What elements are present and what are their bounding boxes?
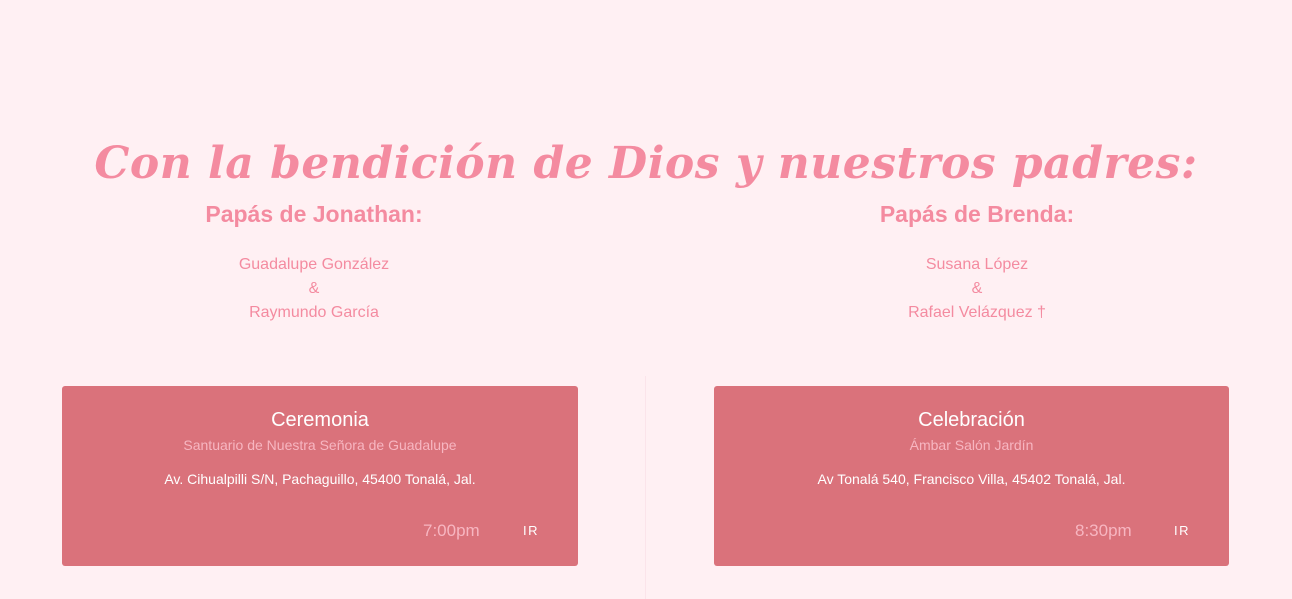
groom-parent-name-1: Guadalupe González bbox=[238, 256, 390, 273]
bride-parents-title: Papás de Brenda: bbox=[879, 201, 1075, 227]
celebration-go-button[interactable]: IR bbox=[1168, 520, 1196, 542]
ceremony-go-button[interactable]: IR bbox=[517, 520, 545, 542]
celebration-title: Celebración bbox=[918, 409, 1025, 431]
column-divider bbox=[645, 376, 646, 599]
celebration-venue: Ámbar Salón Jardín bbox=[909, 437, 1034, 453]
blessing-heading: Con la bendición de Dios y nuestros padr… bbox=[94, 138, 1198, 190]
ceremony-time: 7:00pm bbox=[423, 521, 480, 540]
ceremony-card: Ceremonia Santuario de Nuestra Señora de… bbox=[62, 386, 578, 566]
bride-parent-name-2: Rafael Velázquez † bbox=[908, 304, 1046, 321]
ceremony-title: Ceremonia bbox=[271, 409, 369, 431]
groom-parents-separator: & bbox=[308, 280, 320, 297]
bride-parents-separator: & bbox=[971, 280, 983, 297]
celebration-address: Av Tonalá 540, Francisco Villa, 45402 To… bbox=[817, 471, 1126, 487]
bride-parent-name-1: Susana López bbox=[925, 256, 1029, 273]
ceremony-address: Av. Cihualpilli S/N, Pachaguillo, 45400 … bbox=[164, 471, 476, 487]
bride-parents-names: Susana López & Rafael Velázquez † bbox=[767, 253, 1187, 325]
ceremony-venue: Santuario de Nuestra Señora de Guadalupe bbox=[183, 437, 457, 453]
celebration-card: Celebración Ámbar Salón Jardín Av Tonalá… bbox=[714, 386, 1229, 566]
bride-parents-section: Papás de Brenda: Susana López & Rafael V… bbox=[767, 196, 1187, 325]
groom-parent-name-2: Raymundo García bbox=[249, 304, 379, 321]
groom-parents-title: Papás de Jonathan: bbox=[205, 201, 423, 227]
groom-parents-section: Papás de Jonathan: Guadalupe González & … bbox=[104, 196, 524, 325]
celebration-time: 8:30pm bbox=[1075, 521, 1132, 540]
groom-parents-names: Guadalupe González & Raymundo García bbox=[104, 253, 524, 325]
